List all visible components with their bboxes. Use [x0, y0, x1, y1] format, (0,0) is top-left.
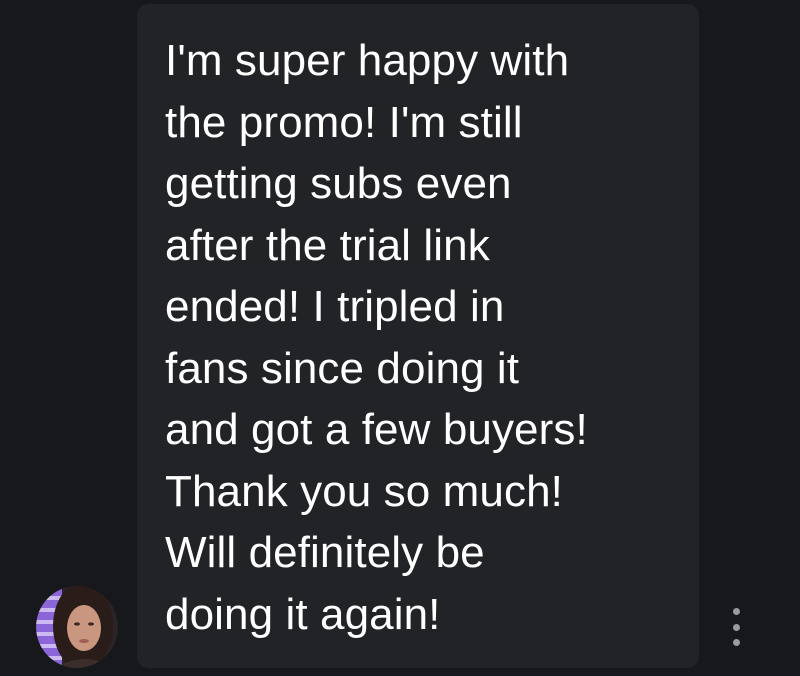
more-vertical-icon [732, 608, 740, 615]
message-text: I'm super happy with the promo! I'm stil… [165, 36, 588, 639]
more-vertical-icon [732, 639, 740, 646]
avatar-photo [36, 586, 118, 668]
chat-area: I'm super happy with the promo! I'm stil… [0, 0, 800, 676]
message-bubble[interactable]: I'm super happy with the promo! I'm stil… [137, 4, 699, 668]
more-vertical-icon [732, 623, 740, 631]
avatar[interactable] [36, 586, 118, 668]
more-options-button[interactable] [725, 608, 747, 646]
